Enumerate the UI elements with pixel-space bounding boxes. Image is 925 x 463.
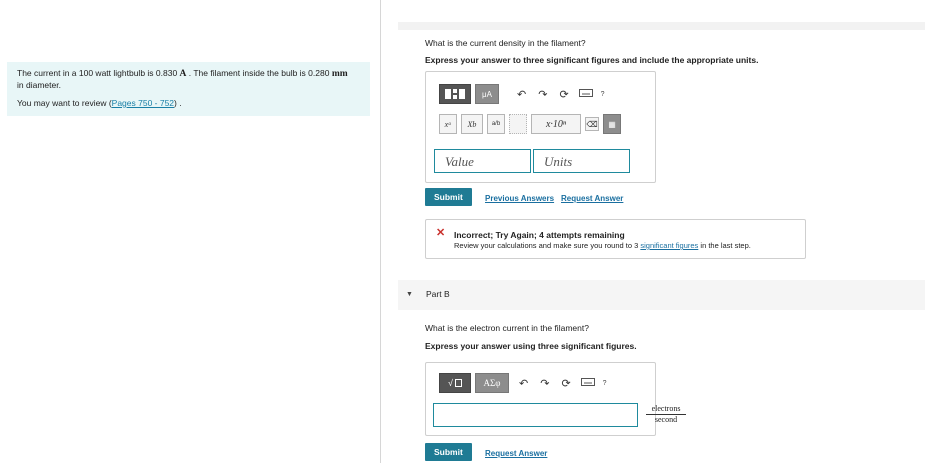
- scientific-notation-button[interactable]: x·10ⁿ: [531, 114, 581, 134]
- help-icon[interactable]: ?: [603, 380, 607, 387]
- part-b-instruction: Express your answer using three signific…: [425, 341, 637, 351]
- keyboard-icon[interactable]: [578, 89, 593, 99]
- significant-figures-link[interactable]: significant figures: [640, 241, 698, 250]
- unit-fraction: electrons second: [646, 404, 686, 424]
- part-a-question: What is the current density in the filam…: [425, 38, 586, 48]
- diameter-unit: mm: [331, 69, 348, 79]
- column-divider: [380, 0, 381, 463]
- part-b-title[interactable]: Part B: [426, 289, 450, 299]
- undo-icon[interactable]: ↶: [517, 88, 526, 101]
- redo-icon[interactable]: ↷: [540, 377, 549, 390]
- undo-icon[interactable]: ↶: [519, 377, 528, 390]
- problem-text: The current in a 100 watt lightbulb is 0…: [17, 68, 348, 90]
- reset-icon[interactable]: ⟳: [559, 88, 568, 101]
- feedback-message: Review your calculations and make sure y…: [454, 241, 751, 250]
- part-a-submit-button[interactable]: Submit: [425, 188, 472, 206]
- units-toggle-icon[interactable]: ▦: [603, 114, 621, 134]
- sqrt-template-icon[interactable]: √: [439, 373, 471, 393]
- previous-answers-link[interactable]: Previous Answers: [485, 194, 554, 203]
- reset-icon[interactable]: ⟳: [561, 377, 570, 390]
- units-mu-a-button[interactable]: μA: [475, 84, 499, 104]
- part-b-header-band[interactable]: [398, 280, 925, 310]
- greek-symbols-button[interactable]: ΑΣφ: [475, 373, 509, 393]
- units-input[interactable]: Units: [533, 149, 630, 173]
- part-a-instruction: Express your answer to three significant…: [425, 55, 759, 65]
- part-a-answer-box: μA ↶ ↷ ⟳ ? xᵃ Xb a/b x·10ⁿ ⌫ ▦ Value Uni…: [425, 71, 656, 183]
- part-a-header-band: [398, 22, 925, 30]
- feedback-title: Incorrect; Try Again; 4 attempts remaini…: [454, 230, 625, 240]
- dot-button[interactable]: [509, 114, 527, 134]
- part-b-question: What is the electron current in the fila…: [425, 323, 589, 333]
- subscript-button[interactable]: Xb: [461, 114, 483, 134]
- delete-icon[interactable]: ⌫: [585, 117, 599, 131]
- review-pages-link[interactable]: Pages 750 - 752: [112, 98, 174, 108]
- templates-icon[interactable]: [439, 84, 471, 104]
- incorrect-x-icon: ✕: [436, 227, 446, 239]
- electron-current-input[interactable]: [433, 403, 638, 427]
- feedback-box: ✕ Incorrect; Try Again; 4 attempts remai…: [425, 219, 806, 259]
- part-a-request-answer-link[interactable]: Request Answer: [561, 194, 623, 203]
- caret-down-icon[interactable]: ▼: [406, 291, 413, 298]
- redo-icon[interactable]: ↷: [538, 88, 547, 101]
- unit-numerator: electrons: [646, 404, 686, 415]
- value-input[interactable]: Value: [434, 149, 531, 173]
- problem-statement: The current in a 100 watt lightbulb is 0…: [7, 62, 370, 116]
- help-icon[interactable]: ?: [601, 91, 605, 98]
- part-a-toolbar-top: μA ↶ ↷ ⟳ ?: [439, 84, 609, 104]
- part-a-toolbar-bottom: xᵃ Xb a/b x·10ⁿ ⌫ ▦: [439, 114, 625, 134]
- keyboard-icon[interactable]: [580, 378, 595, 388]
- part-b-toolbar: √ ΑΣφ ↶ ↷ ⟳ ?: [439, 373, 611, 393]
- superscript-button[interactable]: xᵃ: [439, 114, 457, 134]
- part-b-request-answer-link[interactable]: Request Answer: [485, 449, 547, 458]
- part-b-submit-button[interactable]: Submit: [425, 443, 472, 461]
- review-text: You may want to review (Pages 750 - 752)…: [17, 98, 182, 108]
- fraction-button[interactable]: a/b: [487, 114, 505, 134]
- unit-denominator: second: [654, 415, 678, 424]
